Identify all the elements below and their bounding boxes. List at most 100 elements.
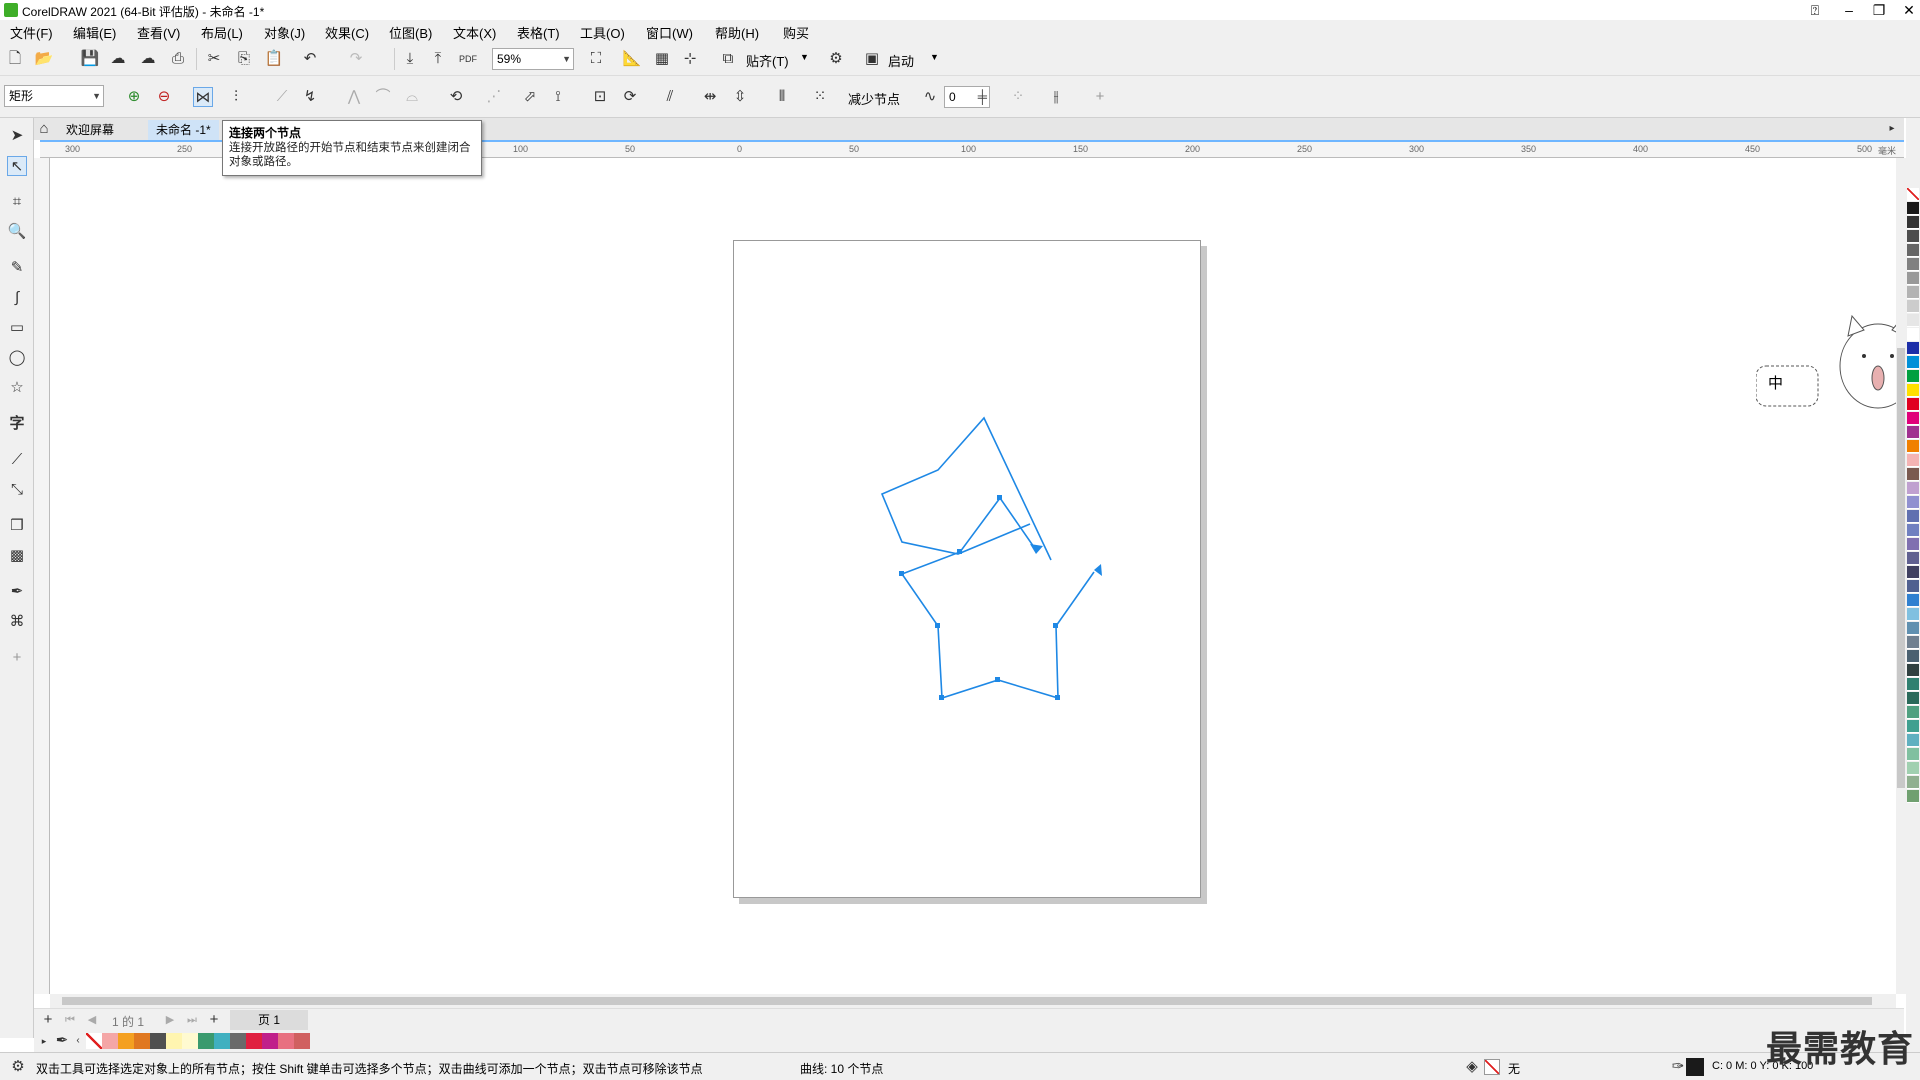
palette-color-swatch[interactable] bbox=[1907, 188, 1919, 201]
color-swatch[interactable] bbox=[150, 1033, 166, 1049]
add-page-icon[interactable]: + bbox=[38, 1010, 58, 1030]
star-open-path[interactable] bbox=[900, 496, 1095, 700]
fill-label: 无 bbox=[1508, 1062, 1521, 1076]
palette-color-swatch[interactable] bbox=[1907, 608, 1919, 621]
palette-color-swatch[interactable] bbox=[1907, 258, 1919, 271]
palette-color-swatch[interactable] bbox=[1907, 286, 1919, 299]
outline-color-swatch[interactable] bbox=[1686, 1058, 1704, 1076]
add-page-after-icon[interactable]: + bbox=[204, 1010, 224, 1030]
star-open-path[interactable] bbox=[880, 416, 1052, 561]
palette-color-swatch[interactable] bbox=[1907, 678, 1919, 691]
horizontal-scrollbar[interactable] bbox=[50, 994, 1896, 1008]
path-end-arrow-icon[interactable] bbox=[1030, 544, 1043, 554]
palette-color-swatch[interactable] bbox=[1907, 538, 1919, 551]
palette-color-swatch[interactable] bbox=[1907, 776, 1919, 789]
color-swatch[interactable] bbox=[262, 1033, 278, 1049]
palette-color-swatch[interactable] bbox=[1907, 664, 1919, 677]
palette-color-swatch[interactable] bbox=[1907, 594, 1919, 607]
path-node[interactable] bbox=[939, 695, 944, 700]
palette-color-swatch[interactable] bbox=[1907, 706, 1919, 719]
color-swatch[interactable] bbox=[134, 1033, 150, 1049]
first-page-icon[interactable]: ⏮ bbox=[60, 1010, 80, 1030]
palette-color-swatch[interactable] bbox=[1907, 300, 1919, 313]
outline-pen-icon[interactable]: ✑ bbox=[1668, 1057, 1688, 1077]
palette-color-swatch[interactable] bbox=[1907, 482, 1919, 495]
path-node[interactable] bbox=[1053, 623, 1058, 628]
palette-color-swatch[interactable] bbox=[1907, 552, 1919, 565]
path-start-arrow-icon[interactable] bbox=[1094, 564, 1102, 576]
palette-color-swatch[interactable] bbox=[1907, 356, 1919, 369]
scrollbar-thumb[interactable] bbox=[1897, 348, 1905, 788]
color-swatch[interactable] bbox=[86, 1033, 102, 1049]
palette-color-swatch[interactable] bbox=[1907, 566, 1919, 579]
path-node[interactable] bbox=[957, 549, 962, 554]
page-tab[interactable]: 页 1 bbox=[230, 1010, 308, 1030]
palette-color-swatch[interactable] bbox=[1907, 426, 1919, 439]
color-swatch[interactable] bbox=[118, 1033, 134, 1049]
path-node[interactable] bbox=[935, 623, 940, 628]
palette-color-swatch[interactable] bbox=[1907, 734, 1919, 747]
fill-icon[interactable]: ◈ bbox=[1462, 1057, 1482, 1077]
path-node[interactable] bbox=[995, 677, 1000, 682]
path-node[interactable] bbox=[997, 495, 1002, 500]
status-bar: ⚙ 双击工具可选择选定对象上的所有节点；按住 Shift 键单击可选择多个节点；… bbox=[0, 1052, 1920, 1080]
scrollbar-thumb[interactable] bbox=[62, 997, 1872, 1005]
palette-color-swatch[interactable] bbox=[1907, 272, 1919, 285]
color-swatch[interactable] bbox=[230, 1033, 246, 1049]
palette-color-swatch[interactable] bbox=[1907, 650, 1919, 663]
color-swatch[interactable] bbox=[246, 1033, 262, 1049]
last-page-icon[interactable]: ⏭ bbox=[182, 1010, 202, 1030]
color-swatch[interactable] bbox=[182, 1033, 198, 1049]
color-swatch[interactable] bbox=[166, 1033, 182, 1049]
settings-gear-icon[interactable]: ⚙ bbox=[8, 1057, 28, 1077]
palette-color-swatch[interactable] bbox=[1907, 440, 1919, 453]
page-counter: 1 的 1 bbox=[112, 1015, 145, 1029]
tooltip-body: 连接开放路径的开始节点和结束节点来创建闭合对象或路径。 bbox=[229, 142, 471, 168]
palette-color-swatch[interactable] bbox=[1907, 342, 1919, 355]
palette-color-swatch[interactable] bbox=[1907, 692, 1919, 705]
path-node[interactable] bbox=[1055, 695, 1060, 700]
prev-page-icon[interactable]: ◀ bbox=[82, 1010, 102, 1030]
palette-color-swatch[interactable] bbox=[1907, 468, 1919, 481]
color-swatch[interactable] bbox=[102, 1033, 118, 1049]
palette-color-swatch[interactable] bbox=[1907, 412, 1919, 425]
palette-color-swatch[interactable] bbox=[1907, 216, 1919, 229]
object-info: 曲线: 10 个节点 bbox=[800, 1062, 884, 1076]
palette-color-swatch[interactable] bbox=[1907, 454, 1919, 467]
palette-scroll-left-icon[interactable]: ‹ bbox=[68, 1031, 88, 1051]
color-swatch[interactable] bbox=[294, 1033, 310, 1049]
path-nodes bbox=[899, 495, 1102, 700]
palette-expand-icon[interactable]: ▸ bbox=[34, 1031, 54, 1051]
page-navigator: + ⏮ ◀ 1 的 1 ▶ ⏭ + 页 1 bbox=[34, 1008, 1904, 1030]
palette-color-swatch[interactable] bbox=[1907, 580, 1919, 593]
palette-color-swatch[interactable] bbox=[1907, 398, 1919, 411]
status-hint: 双击工具可选择选定对象上的所有节点；按住 Shift 键单击可选择多个节点；双击… bbox=[36, 1062, 703, 1076]
palette-color-swatch[interactable] bbox=[1907, 370, 1919, 383]
palette-color-swatch[interactable] bbox=[1907, 314, 1919, 327]
next-page-icon[interactable]: ▶ bbox=[160, 1010, 180, 1030]
no-fill-swatch[interactable] bbox=[1484, 1059, 1500, 1075]
palette-color-swatch[interactable] bbox=[1907, 496, 1919, 509]
palette-color-swatch[interactable] bbox=[1907, 622, 1919, 635]
tooltip: 连接两个节点 连接开放路径的开始节点和结束节点来创建闭合对象或路径。 bbox=[222, 120, 482, 176]
tooltip-title: 连接两个节点 bbox=[229, 126, 302, 140]
color-swatch[interactable] bbox=[198, 1033, 214, 1049]
watermark: 最需教育 bbox=[1766, 1028, 1915, 1069]
palette-color-swatch[interactable] bbox=[1907, 720, 1919, 733]
path-node[interactable] bbox=[899, 571, 904, 576]
palette-color-swatch[interactable] bbox=[1907, 524, 1919, 537]
palette-color-swatch[interactable] bbox=[1907, 762, 1919, 775]
palette-color-swatch[interactable] bbox=[1907, 230, 1919, 243]
color-swatch[interactable] bbox=[214, 1033, 230, 1049]
palette-color-swatch[interactable] bbox=[1907, 636, 1919, 649]
palette-color-swatch[interactable] bbox=[1907, 244, 1919, 257]
palette-color-swatch[interactable] bbox=[1907, 790, 1919, 803]
color-palette bbox=[1906, 118, 1920, 1052]
palette-color-swatch[interactable] bbox=[1907, 328, 1919, 341]
palette-color-swatch[interactable] bbox=[1907, 384, 1919, 397]
vertical-scrollbar[interactable] bbox=[1896, 158, 1906, 994]
color-swatch[interactable] bbox=[278, 1033, 294, 1049]
palette-color-swatch[interactable] bbox=[1907, 748, 1919, 761]
palette-color-swatch[interactable] bbox=[1907, 510, 1919, 523]
palette-color-swatch[interactable] bbox=[1907, 202, 1919, 215]
